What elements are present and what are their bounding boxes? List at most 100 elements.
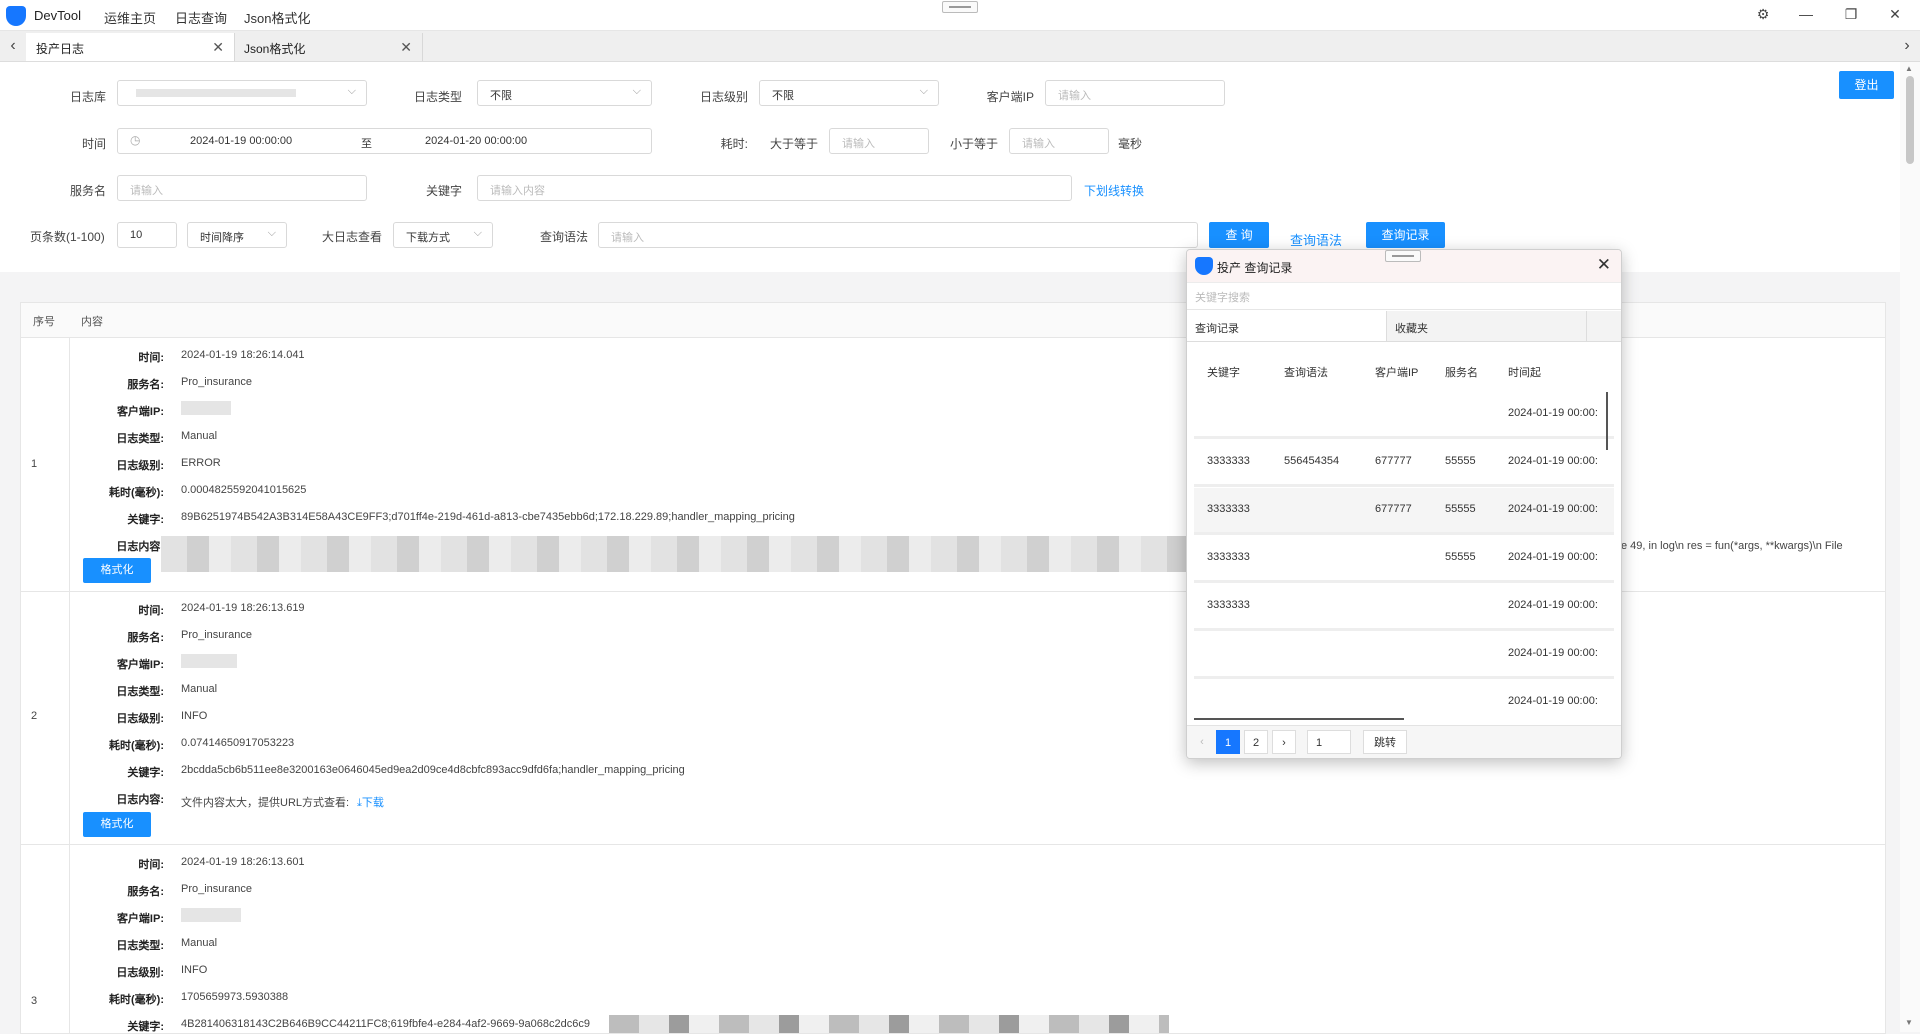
tab-scroll-right-icon[interactable]: › (1898, 35, 1916, 57)
history-row[interactable]: 3333333 556454354 677777 55555 2024-01-1… (1194, 440, 1614, 487)
log-level-label: 日志级别 (699, 90, 748, 104)
tab-scroll-left-icon[interactable]: ‹ (4, 35, 22, 57)
maximize-icon[interactable]: ❐ (1841, 6, 1861, 23)
cost-max-input[interactable]: 请输入 (1009, 128, 1109, 154)
download-mode-select[interactable]: 下载方式 ⌵ (393, 222, 493, 248)
scroll-down-icon[interactable]: ▼ (1905, 1018, 1913, 1027)
redacted-value (181, 908, 241, 922)
field-log-level: ERROR (181, 457, 221, 469)
gte-label: 大于等于 (769, 137, 818, 151)
query-syntax-link[interactable]: 查询语法 (1290, 230, 1342, 249)
page-2[interactable]: 2 (1244, 730, 1268, 754)
scroll-up-icon[interactable]: ▲ (1905, 64, 1913, 73)
settings-icon[interactable]: ⚙ (1753, 6, 1773, 23)
vertical-scrollbar[interactable] (1606, 392, 1608, 450)
drag-handle-icon[interactable] (942, 1, 978, 13)
prev-page-icon[interactable]: ‹ (1190, 730, 1214, 754)
download-link[interactable]: ⤓下载 (357, 794, 384, 810)
field-label: 日志内容: (116, 794, 164, 806)
history-row[interactable]: 2024-01-19 00:00: (1194, 392, 1614, 439)
history-row[interactable]: 3333333 677777 55555 2024-01-19 00:00: (1194, 488, 1614, 535)
tab-close-icon[interactable]: ✕ (400, 39, 412, 56)
horizontal-scrollbar[interactable] (1194, 718, 1404, 720)
history-row[interactable]: 3333333 2024-01-19 00:00: (1194, 584, 1614, 631)
field-log-type: Manual (181, 430, 218, 442)
field-label: 时间: (138, 859, 164, 871)
scrollbar-thumb[interactable] (1906, 76, 1914, 164)
client-ip-input[interactable]: 请输入 (1045, 80, 1225, 106)
log-level-value: 不限 (772, 90, 794, 102)
placeholder: 请输入 (1058, 90, 1091, 102)
menu-json-format[interactable]: Json格式化 (244, 8, 310, 27)
menu-ops-home[interactable]: 运维主页 (104, 8, 156, 27)
history-row[interactable]: 3333333 55555 2024-01-19 00:00: (1194, 536, 1614, 583)
field-label: 日志类型: (116, 686, 164, 698)
jump-page-value: 1 (1316, 737, 1323, 749)
query-button[interactable]: 查 询 (1209, 222, 1269, 248)
redacted-value (609, 1015, 1169, 1033)
format-button[interactable]: 格式化 (83, 812, 151, 837)
log-level-select[interactable]: 不限 ⌵ (759, 80, 939, 106)
cell-keyword: 3333333 (1207, 503, 1250, 515)
sort-value: 时间降序 (200, 232, 244, 244)
col-seq-header: 序号 (33, 316, 55, 328)
service-input[interactable]: 请输入 (117, 175, 367, 201)
field-label: 日志级别: (116, 460, 164, 472)
field-keyword: 2bcdda5cb6b511ee8e3200163e0646045ed9ea2d… (181, 764, 685, 776)
row-seq: 1 (31, 458, 38, 470)
cost-min-input[interactable]: 请输入 (829, 128, 929, 154)
format-button[interactable]: 格式化 (83, 558, 151, 583)
time-range-separator: 至 (361, 138, 372, 150)
log-type-label: 日志类型 (413, 90, 462, 104)
menu-log-query[interactable]: 日志查询 (175, 8, 227, 27)
service-label: 服务名 (69, 184, 106, 198)
field-log-level: INFO (181, 710, 208, 722)
pagination: ‹ 1 2 › 1 跳转 (1187, 725, 1621, 758)
popup-search-input[interactable]: 关键字搜索 (1187, 283, 1621, 310)
next-page-icon[interactable]: › (1272, 730, 1296, 754)
placeholder: 请输入 (1022, 138, 1055, 150)
placeholder: 请输入内容 (490, 185, 545, 197)
query-syntax-input[interactable]: 请输入 (598, 222, 1198, 248)
field-time: 2024-01-19 18:26:13.619 (181, 602, 305, 614)
popup-tabs: 查询记录 收藏夹 (1187, 311, 1621, 342)
time-range-picker[interactable]: ◷ 2024-01-19 00:00:00 至 2024-01-20 00:00… (117, 128, 652, 154)
field-log-level: INFO (181, 964, 208, 976)
minimize-icon[interactable]: — (1796, 6, 1816, 22)
chevron-down-icon: ⌵ (632, 85, 641, 97)
big-log-label: 大日志查看 (321, 230, 382, 244)
cell-service: 55555 (1445, 455, 1476, 467)
query-history-button[interactable]: 查询记录 (1366, 222, 1445, 248)
logout-button[interactable]: 登出 (1839, 71, 1894, 99)
sort-select[interactable]: 时间降序 ⌵ (187, 222, 287, 248)
history-row[interactable]: 2024-01-19 00:00: (1194, 632, 1614, 679)
redacted-log-content (161, 536, 1201, 572)
chevron-down-icon: ⌵ (347, 85, 356, 97)
cell-service: 55555 (1445, 503, 1476, 515)
log-type-select[interactable]: 不限 ⌵ (477, 80, 652, 106)
tab-query-history[interactable]: 查询记录 (1187, 311, 1387, 341)
history-row[interactable]: 2024-01-19 00:00: (1194, 680, 1614, 720)
log-db-select[interactable]: ⌵ (117, 80, 367, 106)
jump-page-input[interactable]: 1 (1307, 730, 1351, 754)
keyword-input[interactable]: 请输入内容 (477, 175, 1072, 201)
jump-button[interactable]: 跳转 (1363, 730, 1407, 754)
popup-header: 投产 查询记录 ✕ (1187, 250, 1621, 283)
page-1[interactable]: 1 (1216, 730, 1240, 754)
close-icon[interactable]: ✕ (1885, 6, 1905, 23)
drag-handle-icon[interactable] (1385, 250, 1421, 262)
placeholder: 请输入 (130, 185, 163, 197)
page-scrollbar[interactable]: ▲ ▼ (1900, 62, 1920, 1032)
tab-close-icon[interactable]: ✕ (212, 39, 224, 56)
tab-json-format[interactable]: Json格式化 ✕ (234, 33, 423, 61)
underscore-convert-link[interactable]: 下划线转换 (1084, 182, 1144, 199)
page-size-input[interactable]: 10 (117, 222, 177, 248)
cell-time: 2024-01-19 00:00: (1508, 551, 1598, 563)
tab-favorites[interactable]: 收藏夹 (1387, 311, 1587, 341)
close-icon[interactable]: ✕ (1597, 255, 1611, 275)
popup-title: 投产 查询记录 (1217, 261, 1293, 275)
tab-prod-log[interactable]: 投产日志 ✕ (26, 33, 235, 61)
chevron-down-icon: ⌵ (267, 227, 276, 239)
col-keyword: 关键字 (1207, 367, 1240, 379)
field-keyword: 89B6251974B542A3B314E58A43CE9FF3;d701ff4… (181, 511, 795, 523)
